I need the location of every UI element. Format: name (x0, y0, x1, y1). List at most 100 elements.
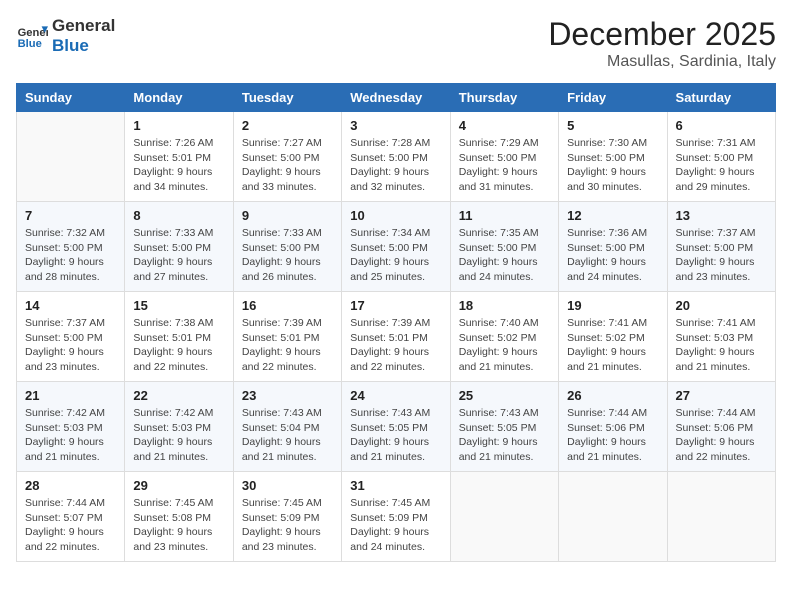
day-of-week-header: Wednesday (342, 84, 450, 112)
page-header: General Blue General Blue December 2025 … (16, 16, 776, 71)
calendar-day-cell (667, 472, 775, 562)
day-number: 4 (459, 118, 550, 133)
title-block: December 2025 Masullas, Sardinia, Italy (548, 16, 776, 71)
calendar-week-row: 28Sunrise: 7:44 AMSunset: 5:07 PMDayligh… (17, 472, 776, 562)
day-of-week-header: Sunday (17, 84, 125, 112)
day-of-week-header: Friday (559, 84, 667, 112)
calendar-day-cell: 1 Sunrise: 7:26 AMSunset: 5:01 PMDaylight… (125, 112, 233, 202)
day-number: 31 (350, 478, 441, 493)
day-number: 3 (350, 118, 441, 133)
calendar-day-cell: 19Sunrise: 7:41 AMSunset: 5:02 PMDayligh… (559, 292, 667, 382)
day-number: 17 (350, 298, 441, 313)
day-number: 7 (25, 208, 116, 223)
day-number: 10 (350, 208, 441, 223)
day-number: 20 (676, 298, 767, 313)
calendar-day-cell: 3 Sunrise: 7:28 AMSunset: 5:00 PMDaylight… (342, 112, 450, 202)
calendar-day-cell: 8 Sunrise: 7:33 AMSunset: 5:00 PMDaylight… (125, 202, 233, 292)
logo-general-text: General (52, 16, 115, 36)
calendar-day-cell (450, 472, 558, 562)
calendar-day-cell (17, 112, 125, 202)
day-info: Sunrise: 7:45 AMSunset: 5:09 PMDaylight:… (350, 496, 441, 555)
day-info: Sunrise: 7:35 AMSunset: 5:00 PMDaylight:… (459, 226, 550, 285)
calendar-day-cell: 13 Sunrise: 7:37 AMSunset: 5:00 PMDayligh… (667, 202, 775, 292)
day-info: Sunrise: 7:45 AMSunset: 5:09 PMDaylight:… (242, 496, 333, 555)
svg-text:Blue: Blue (18, 38, 42, 50)
calendar-day-cell: 29 Sunrise: 7:45 AMSunset: 5:08 PMDayligh… (125, 472, 233, 562)
day-number: 13 (676, 208, 767, 223)
calendar-day-cell (559, 472, 667, 562)
day-number: 23 (242, 388, 333, 403)
calendar-day-cell: 24 Sunrise: 7:43 AMSunset: 5:05 PMDayligh… (342, 382, 450, 472)
day-info: Sunrise: 7:36 AMSunset: 5:00 PMDaylight:… (567, 226, 658, 285)
day-number: 30 (242, 478, 333, 493)
day-number: 28 (25, 478, 116, 493)
day-number: 16 (242, 298, 333, 313)
day-info: Sunrise: 7:45 AMSunset: 5:08 PMDaylight:… (133, 496, 224, 555)
day-number: 25 (459, 388, 550, 403)
month-title: December 2025 (548, 16, 776, 53)
day-number: 27 (676, 388, 767, 403)
day-info: Sunrise: 7:34 AMSunset: 5:00 PMDaylight:… (350, 226, 441, 285)
day-info: Sunrise: 7:33 AMSunset: 5:00 PMDaylight:… (242, 226, 333, 285)
calendar-day-cell: 2Sunrise: 7:27 AMSunset: 5:00 PMDaylight… (233, 112, 341, 202)
calendar-day-cell: 20 Sunrise: 7:41 AMSunset: 5:03 PMDayligh… (667, 292, 775, 382)
calendar-day-cell: 25Sunrise: 7:43 AMSunset: 5:05 PMDayligh… (450, 382, 558, 472)
day-info: Sunrise: 7:37 AMSunset: 5:00 PMDaylight:… (676, 226, 767, 285)
day-info: Sunrise: 7:26 AMSunset: 5:01 PMDaylight:… (133, 136, 224, 195)
day-info: Sunrise: 7:43 AMSunset: 5:05 PMDaylight:… (350, 406, 441, 465)
day-info: Sunrise: 7:30 AMSunset: 5:00 PMDaylight:… (567, 136, 658, 195)
day-number: 18 (459, 298, 550, 313)
day-of-week-header: Saturday (667, 84, 775, 112)
calendar-day-cell: 15Sunrise: 7:38 AMSunset: 5:01 PMDayligh… (125, 292, 233, 382)
day-number: 12 (567, 208, 658, 223)
day-number: 29 (133, 478, 224, 493)
calendar-day-cell: 12 Sunrise: 7:36 AMSunset: 5:00 PMDayligh… (559, 202, 667, 292)
day-info: Sunrise: 7:37 AMSunset: 5:00 PMDaylight:… (25, 316, 116, 375)
day-info: Sunrise: 7:29 AMSunset: 5:00 PMDaylight:… (459, 136, 550, 195)
calendar-day-cell: 17 Sunrise: 7:39 AMSunset: 5:01 PMDayligh… (342, 292, 450, 382)
day-number: 1 (133, 118, 224, 133)
calendar-day-cell: 21 Sunrise: 7:42 AMSunset: 5:03 PMDayligh… (17, 382, 125, 472)
day-number: 6 (676, 118, 767, 133)
day-of-week-header: Tuesday (233, 84, 341, 112)
calendar-day-cell: 18 Sunrise: 7:40 AMSunset: 5:02 PMDayligh… (450, 292, 558, 382)
calendar-day-cell: 7 Sunrise: 7:32 AMSunset: 5:00 PMDaylight… (17, 202, 125, 292)
day-info: Sunrise: 7:41 AMSunset: 5:02 PMDaylight:… (567, 316, 658, 375)
calendar-day-cell: 16 Sunrise: 7:39 AMSunset: 5:01 PMDayligh… (233, 292, 341, 382)
day-number: 21 (25, 388, 116, 403)
calendar-day-cell: 22Sunrise: 7:42 AMSunset: 5:03 PMDayligh… (125, 382, 233, 472)
calendar-day-cell: 5 Sunrise: 7:30 AMSunset: 5:00 PMDaylight… (559, 112, 667, 202)
calendar-week-row: 1 Sunrise: 7:26 AMSunset: 5:01 PMDaylight… (17, 112, 776, 202)
logo-icon: General Blue (16, 20, 48, 52)
day-info: Sunrise: 7:41 AMSunset: 5:03 PMDaylight:… (676, 316, 767, 375)
calendar-day-cell: 10 Sunrise: 7:34 AMSunset: 5:00 PMDayligh… (342, 202, 450, 292)
day-info: Sunrise: 7:39 AMSunset: 5:01 PMDaylight:… (242, 316, 333, 375)
calendar-day-cell: 31 Sunrise: 7:45 AMSunset: 5:09 PMDayligh… (342, 472, 450, 562)
day-number: 9 (242, 208, 333, 223)
calendar-day-cell: 14 Sunrise: 7:37 AMSunset: 5:00 PMDayligh… (17, 292, 125, 382)
logo: General Blue General Blue (16, 16, 115, 55)
calendar-day-cell: 30 Sunrise: 7:45 AMSunset: 5:09 PMDayligh… (233, 472, 341, 562)
day-number: 24 (350, 388, 441, 403)
day-info: Sunrise: 7:40 AMSunset: 5:02 PMDaylight:… (459, 316, 550, 375)
calendar-header-row: SundayMondayTuesdayWednesdayThursdayFrid… (17, 84, 776, 112)
calendar-week-row: 7 Sunrise: 7:32 AMSunset: 5:00 PMDaylight… (17, 202, 776, 292)
calendar-day-cell: 6Sunrise: 7:31 AMSunset: 5:00 PMDaylight… (667, 112, 775, 202)
logo-blue-text: Blue (52, 36, 115, 56)
calendar-day-cell: 11 Sunrise: 7:35 AMSunset: 5:00 PMDayligh… (450, 202, 558, 292)
day-info: Sunrise: 7:44 AMSunset: 5:06 PMDaylight:… (676, 406, 767, 465)
day-number: 8 (133, 208, 224, 223)
day-info: Sunrise: 7:32 AMSunset: 5:00 PMDaylight:… (25, 226, 116, 285)
day-info: Sunrise: 7:33 AMSunset: 5:00 PMDaylight:… (133, 226, 224, 285)
day-of-week-header: Thursday (450, 84, 558, 112)
calendar-week-row: 21 Sunrise: 7:42 AMSunset: 5:03 PMDayligh… (17, 382, 776, 472)
calendar-week-row: 14 Sunrise: 7:37 AMSunset: 5:00 PMDayligh… (17, 292, 776, 382)
day-info: Sunrise: 7:42 AMSunset: 5:03 PMDaylight:… (25, 406, 116, 465)
day-number: 5 (567, 118, 658, 133)
day-info: Sunrise: 7:44 AMSunset: 5:06 PMDaylight:… (567, 406, 658, 465)
day-number: 11 (459, 208, 550, 223)
day-info: Sunrise: 7:28 AMSunset: 5:00 PMDaylight:… (350, 136, 441, 195)
day-number: 14 (25, 298, 116, 313)
calendar-day-cell: 9 Sunrise: 7:33 AMSunset: 5:00 PMDaylight… (233, 202, 341, 292)
day-info: Sunrise: 7:39 AMSunset: 5:01 PMDaylight:… (350, 316, 441, 375)
